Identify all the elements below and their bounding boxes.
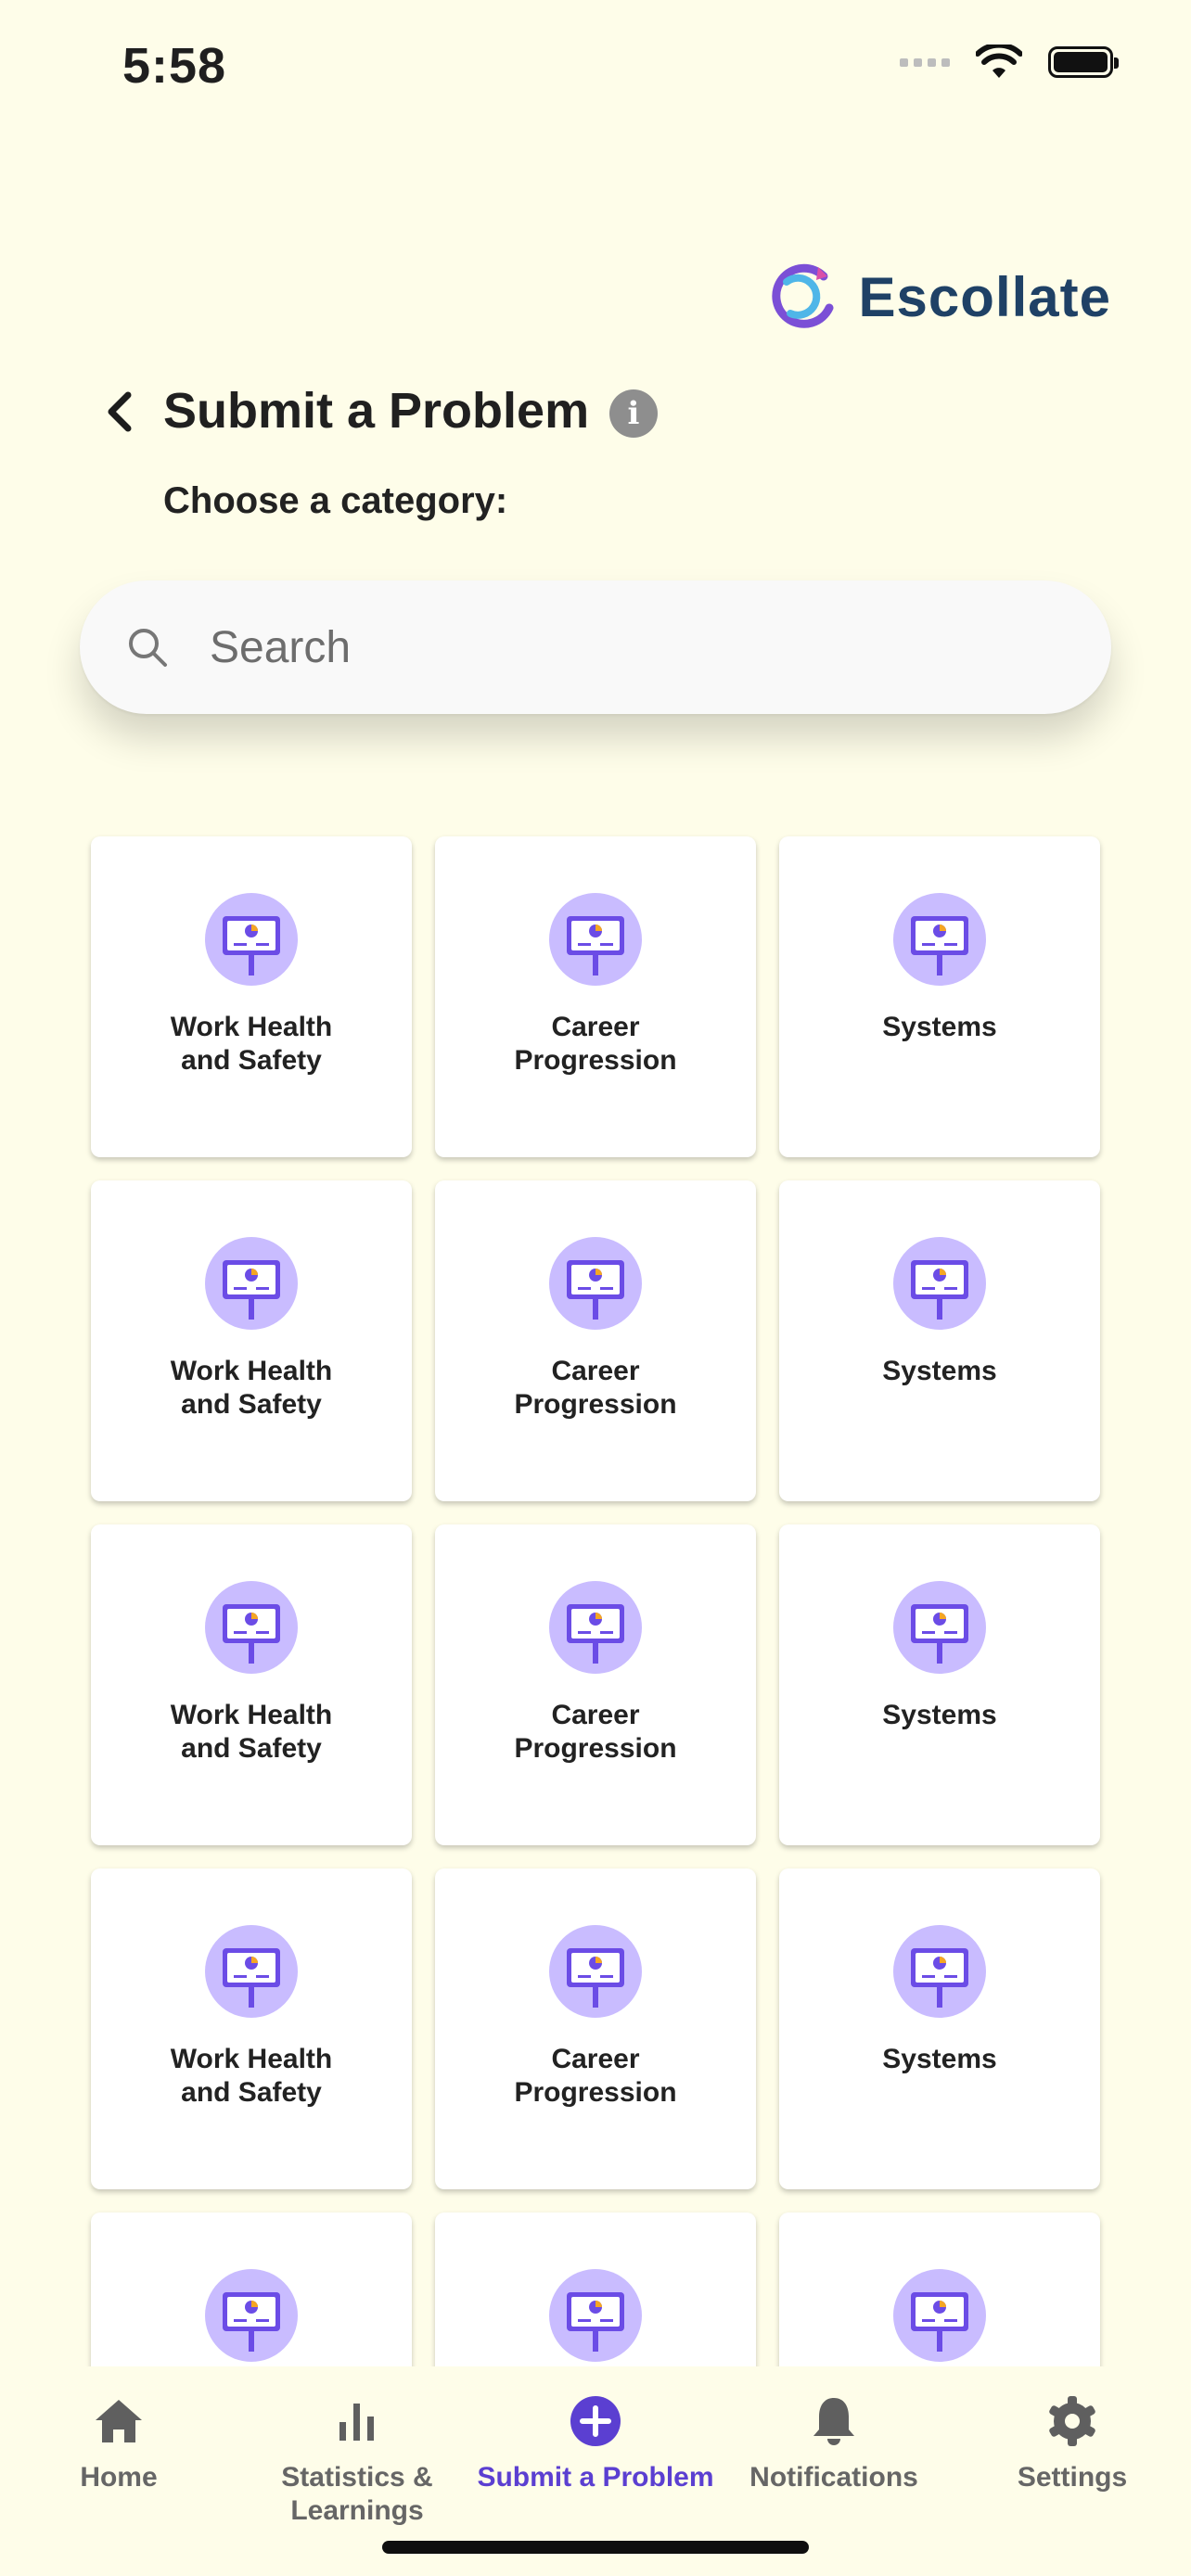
search-input[interactable]: [208, 620, 1046, 674]
category-label: Systems: [882, 1012, 997, 1042]
gear-icon: [1049, 2396, 1095, 2446]
page-title: Submit a Problem: [163, 383, 590, 439]
nav-notifications-label: Notifications: [749, 2462, 918, 2493]
category-label: Career Progression: [514, 1700, 677, 1764]
category-label: Systems: [882, 1356, 997, 1386]
monitor-chart-icon: [549, 1581, 642, 1674]
logo-text: Escollate: [858, 265, 1111, 328]
home-indicator: [382, 2541, 809, 2554]
monitor-chart-icon: [549, 2269, 642, 2362]
category-prompt: Choose a category:: [163, 480, 508, 521]
category-card[interactable]: Career Progression: [435, 1524, 756, 1845]
search-bar[interactable]: [80, 580, 1111, 714]
nav-submit-problem-label: Submit a Problem: [477, 2462, 714, 2493]
status-icons: [900, 45, 1119, 80]
escollate-logo: Escollate: [768, 263, 1111, 330]
category-card[interactable]: Career Progression: [435, 1868, 756, 2189]
monitor-chart-icon: [549, 1925, 642, 2018]
chevron-left-icon: [108, 391, 132, 432]
category-card[interactable]: Career Progression: [435, 836, 756, 1157]
home-icon: [96, 2400, 142, 2442]
wifi-icon: [976, 45, 1022, 78]
category-label: Career Progression: [514, 2044, 677, 2108]
category-card[interactable]: Systems: [779, 1524, 1100, 1845]
category-label: Career Progression: [514, 1012, 677, 1076]
monitor-chart-icon: [205, 893, 298, 986]
category-label: Work Health and Safety: [170, 1356, 333, 1420]
category-card[interactable]: Systems: [779, 1180, 1100, 1501]
category-grid: Work Health and Safety Career Progressio…: [91, 836, 1100, 2533]
monitor-chart-icon: [205, 1581, 298, 1674]
category-card[interactable]: Work Health and Safety: [91, 1180, 412, 1501]
back-button[interactable]: [96, 384, 143, 440]
category-card[interactable]: Career Progression: [435, 1180, 756, 1501]
nav-home-label: Home: [80, 2462, 158, 2493]
category-card[interactable]: Work Health and Safety: [91, 836, 412, 1157]
cellular-signal-icon: [900, 57, 950, 67]
search-icon: [129, 629, 167, 667]
monitor-chart-icon: [549, 1237, 642, 1330]
category-label: Systems: [882, 1700, 997, 1730]
monitor-chart-icon: [893, 893, 986, 986]
category-card[interactable]: Work Health and Safety: [91, 1524, 412, 1845]
category-label: Systems: [882, 2044, 997, 2074]
nav-statistics-label: Statistics & Learnings: [281, 2462, 433, 2526]
category-label: Work Health and Safety: [170, 1012, 333, 1076]
monitor-chart-icon: [893, 2269, 986, 2362]
battery-icon: [1048, 46, 1119, 78]
category-card[interactable]: Systems: [779, 1868, 1100, 2189]
plus-circle-icon: [570, 2396, 621, 2446]
nav-home[interactable]: Home: [0, 2366, 237, 2576]
status-time: 5:58: [122, 38, 227, 94]
info-icon[interactable]: i: [609, 389, 658, 438]
category-card[interactable]: Work Health and Safety: [91, 1868, 412, 2189]
monitor-chart-icon: [893, 1237, 986, 1330]
logo-mark-icon: [771, 263, 834, 328]
bell-icon: [813, 2398, 854, 2445]
monitor-chart-icon: [205, 1237, 298, 1330]
category-label: Career Progression: [514, 1356, 677, 1420]
bar-chart-icon: [339, 2404, 374, 2441]
category-label: Work Health and Safety: [170, 2044, 333, 2108]
monitor-chart-icon: [893, 1925, 986, 2018]
category-card[interactable]: Systems: [779, 836, 1100, 1157]
monitor-chart-icon: [893, 1581, 986, 1674]
monitor-chart-icon: [549, 893, 642, 986]
monitor-chart-icon: [205, 1925, 298, 2018]
nav-settings[interactable]: Settings: [954, 2366, 1191, 2576]
category-label: Work Health and Safety: [170, 1700, 333, 1764]
nav-settings-label: Settings: [1017, 2462, 1128, 2493]
monitor-chart-icon: [205, 2269, 298, 2362]
